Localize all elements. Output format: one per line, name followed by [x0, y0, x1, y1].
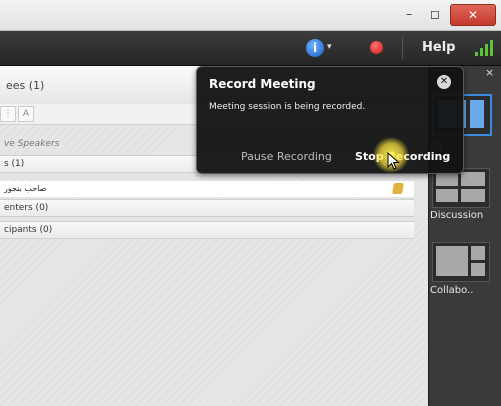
record-meeting-popup: Record Meeting Meeting session is being … [196, 66, 464, 174]
layouts-close-icon[interactable]: × [485, 66, 494, 79]
presenters-group-header[interactable]: enters (0) [0, 199, 414, 217]
minimize-button[interactable]: – [398, 4, 420, 24]
info-icon[interactable]: i [306, 39, 324, 57]
chevron-down-icon[interactable]: ▾ [327, 42, 332, 52]
hosts-group-label: s (1) [4, 159, 25, 169]
list-view-icon[interactable]: ⋮ [0, 106, 16, 122]
meeting-toolbar: i ▾ Help [0, 31, 501, 66]
pause-recording-button[interactable]: Pause Recording [241, 150, 332, 163]
microphone-icon [392, 183, 404, 194]
active-speakers-label: ve Speakers [4, 139, 60, 149]
toolbar-divider [402, 37, 403, 59]
close-icon[interactable]: ✕ [437, 75, 451, 89]
popup-title: Record Meeting [209, 77, 316, 91]
window-titlebar: – ◻ ✕ [0, 0, 501, 31]
layout-thumb-discussion[interactable] [432, 168, 490, 208]
attendee-name: ﺻﺎﺣﺐ ﺑﻨﺠﻮﺭ [4, 184, 47, 193]
popup-message: Meeting session is being recorded. [209, 102, 366, 112]
presenters-group-label: enters (0) [4, 203, 49, 213]
attendee-row[interactable]: ﺻﺎﺣﺐ ﺑﻨﺠﻮﺭ [0, 181, 414, 197]
sort-az-icon[interactable]: A [18, 106, 34, 122]
participants-group-label: cipants (0) [4, 225, 53, 235]
layout-thumb-collaboration[interactable] [432, 242, 490, 282]
connection-signal-icon [475, 40, 493, 56]
participants-group-header[interactable]: cipants (0) [0, 221, 414, 239]
layout-label-discussion[interactable]: Discussion [430, 210, 483, 221]
help-menu[interactable]: Help [422, 40, 455, 55]
recording-indicator-icon[interactable] [370, 41, 383, 54]
layout-label-collaboration[interactable]: Collabo.. [430, 285, 473, 296]
close-window-button[interactable]: ✕ [450, 4, 496, 26]
mouse-pointer-icon [387, 152, 400, 170]
attendees-title: ees (1) [6, 79, 45, 92]
maximize-button[interactable]: ◻ [424, 4, 446, 24]
